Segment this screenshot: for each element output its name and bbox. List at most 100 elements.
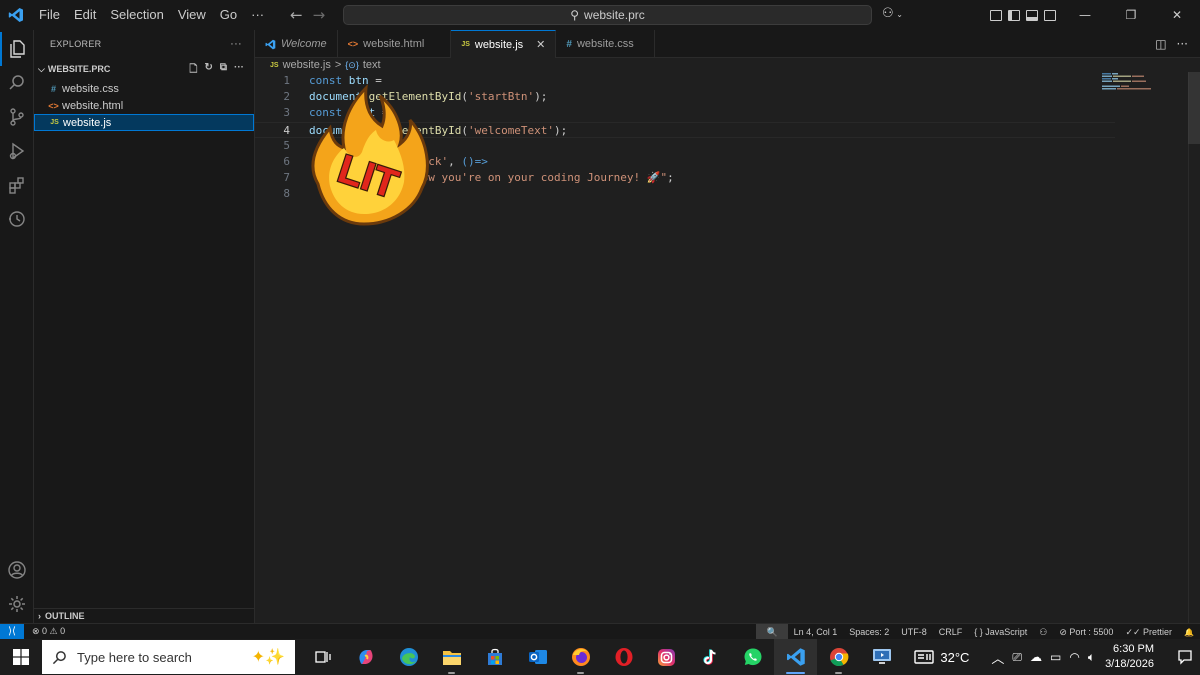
wifi-icon[interactable]: ◠ xyxy=(1069,650,1079,664)
menu-view[interactable]: View xyxy=(171,0,213,30)
chevron-up-icon[interactable]: ︿ xyxy=(991,648,1004,667)
search-icon[interactable] xyxy=(0,66,34,100)
settings-gear-icon[interactable] xyxy=(0,587,34,621)
code-token: ( xyxy=(461,90,468,104)
opera-icon[interactable] xyxy=(602,639,645,675)
close-tab-icon[interactable]: ✕ xyxy=(536,38,545,51)
sidebar-more-icon[interactable]: ··· xyxy=(230,38,242,50)
outline-section[interactable]: › OUTLINE xyxy=(34,608,255,623)
search-placeholder: Type here to search xyxy=(77,649,192,665)
account-icon[interactable] xyxy=(0,553,34,587)
code-token: 'startBtn' xyxy=(467,90,535,104)
refresh-icon[interactable]: ↻ xyxy=(204,62,212,79)
language-mode[interactable]: { } JavaScript xyxy=(968,627,1033,637)
new-file-icon[interactable]: 🗋 xyxy=(189,62,197,79)
file-explorer-icon[interactable] xyxy=(430,639,473,675)
vscode-logo-icon xyxy=(0,0,32,30)
explorer-sidebar: EXPLORER ··· ⌵ WEBSITE.PRC 🗋 ↻ ⧉ ··· # w… xyxy=(34,30,255,623)
line-number: 1 xyxy=(283,74,290,87)
workspace-folder[interactable]: ⌵ WEBSITE.PRC 🗋 ↻ ⧉ ··· xyxy=(34,58,254,80)
copilot-menu-icon[interactable]: ⚇ ⌄ xyxy=(882,6,903,21)
line-number: 2 xyxy=(283,90,290,104)
end-of-line[interactable]: CRLF xyxy=(933,627,969,637)
minimap[interactable] xyxy=(1102,72,1182,92)
minimize-icon[interactable]: — xyxy=(1062,8,1108,22)
tab-website-html[interactable]: <> website.html xyxy=(338,30,452,58)
customize-layout-icon[interactable] xyxy=(990,9,1002,21)
instagram-icon[interactable] xyxy=(645,639,688,675)
clock[interactable]: 6:30 PM 3/18/2026 xyxy=(1105,642,1154,672)
copilot-status-icon[interactable]: ⚇ xyxy=(1033,627,1053,638)
notification-center-icon[interactable] xyxy=(1170,649,1200,665)
tab-label: website.html xyxy=(363,38,425,50)
firefox-icon[interactable] xyxy=(559,639,602,675)
close-window-icon[interactable]: ✕ xyxy=(1154,8,1200,22)
prettier-status[interactable]: ✓✓ Prettier xyxy=(1119,627,1178,638)
code-token: 'welcomeText' xyxy=(467,123,555,137)
forward-arrow-icon[interactable]: → xyxy=(313,6,326,24)
menu-edit[interactable]: Edit xyxy=(67,0,103,30)
task-view-icon[interactable] xyxy=(301,639,344,675)
toggle-secondary-sidebar-icon[interactable] xyxy=(1044,9,1056,21)
tiktok-icon[interactable] xyxy=(688,639,731,675)
cursor-position[interactable]: Ln 4, Col 1 xyxy=(788,627,844,637)
breadcrumb-file[interactable]: website.js xyxy=(283,59,331,71)
menu-go[interactable]: Go xyxy=(213,0,244,30)
variable-symbol-icon: {⊙} xyxy=(345,59,359,70)
menu-selection[interactable]: Selection xyxy=(103,0,170,30)
tab-website-js[interactable]: JS website.js ✕ xyxy=(451,30,557,58)
outlook-icon[interactable] xyxy=(516,639,559,675)
whatsapp-icon[interactable] xyxy=(731,639,774,675)
problems-indicator[interactable]: ⊗ 0 ⚠ 0 xyxy=(32,626,65,637)
live-server-port[interactable]: ⊘ Port : 5500 xyxy=(1053,627,1119,638)
extensions-icon[interactable] xyxy=(0,168,34,202)
windows-start-icon[interactable] xyxy=(0,639,42,675)
toggle-sidebar-icon[interactable] xyxy=(1008,9,1020,21)
menu-file[interactable]: File xyxy=(32,0,67,30)
zoom-icon[interactable]: 🔍 xyxy=(756,624,788,640)
tab-website-css[interactable]: # website.css xyxy=(556,30,655,58)
editor-more-icon[interactable]: ··· xyxy=(1177,37,1188,51)
weather-widget[interactable]: 32°C xyxy=(914,649,969,665)
timeline-icon[interactable] xyxy=(0,202,34,236)
css-file-icon: # xyxy=(50,83,56,94)
microsoft-store-icon[interactable] xyxy=(473,639,516,675)
source-control-icon[interactable] xyxy=(0,100,34,134)
meet-now-icon[interactable]: ⎚ xyxy=(1012,650,1022,665)
file-item-css[interactable]: # website.css xyxy=(34,80,254,97)
edge-icon[interactable] xyxy=(387,639,430,675)
run-debug-icon[interactable] xyxy=(0,134,34,168)
vertical-scrollbar[interactable] xyxy=(1188,72,1200,623)
tab-welcome[interactable]: Welcome xyxy=(255,30,338,58)
command-center[interactable]: ⚲ website.prc xyxy=(343,5,872,25)
back-arrow-icon[interactable]: ← xyxy=(290,6,303,24)
copilot-icon[interactable] xyxy=(344,639,387,675)
toggle-panel-icon[interactable] xyxy=(1026,9,1038,21)
chrome-icon[interactable] xyxy=(817,639,860,675)
restore-icon[interactable]: ❐ xyxy=(1108,8,1154,22)
clock-time: 6:30 PM xyxy=(1113,643,1154,655)
file-item-js[interactable]: JS website.js xyxy=(34,114,254,131)
folder-more-icon[interactable]: ··· xyxy=(234,62,244,79)
battery-icon[interactable]: ▭ xyxy=(1050,650,1061,664)
css-file-icon: # xyxy=(566,38,572,50)
onedrive-cloud-icon[interactable]: ☁ xyxy=(1030,650,1042,664)
scrollbar-thumb[interactable] xyxy=(1188,72,1200,144)
notifications-bell-icon[interactable]: 🔔 xyxy=(1178,628,1200,637)
file-encoding[interactable]: UTF-8 xyxy=(895,627,933,637)
explorer-icon[interactable] xyxy=(0,32,34,66)
split-editor-icon[interactable]: ◫ xyxy=(1155,37,1166,51)
volume-icon[interactable]: 🔈︎ xyxy=(1088,650,1095,665)
remote-icon[interactable]: ⟩⟨ xyxy=(0,623,24,640)
collapse-all-icon[interactable]: ⧉ xyxy=(220,62,227,79)
breadcrumb: JS website.js > {⊙} text xyxy=(255,58,381,72)
remote-desktop-icon[interactable] xyxy=(860,639,903,675)
editor-tabs: Welcome <> website.html JS website.js ✕ … xyxy=(255,30,1200,58)
menu-more[interactable]: ··· xyxy=(244,0,271,30)
vscode-icon[interactable] xyxy=(774,639,817,675)
breadcrumb-symbol[interactable]: text xyxy=(363,59,381,71)
file-item-html[interactable]: <> website.html xyxy=(34,97,254,114)
taskbar-search-box[interactable]: Type here to search ✦✨ xyxy=(42,640,295,674)
indentation[interactable]: Spaces: 2 xyxy=(843,627,895,637)
outline-label: OUTLINE xyxy=(45,611,85,621)
